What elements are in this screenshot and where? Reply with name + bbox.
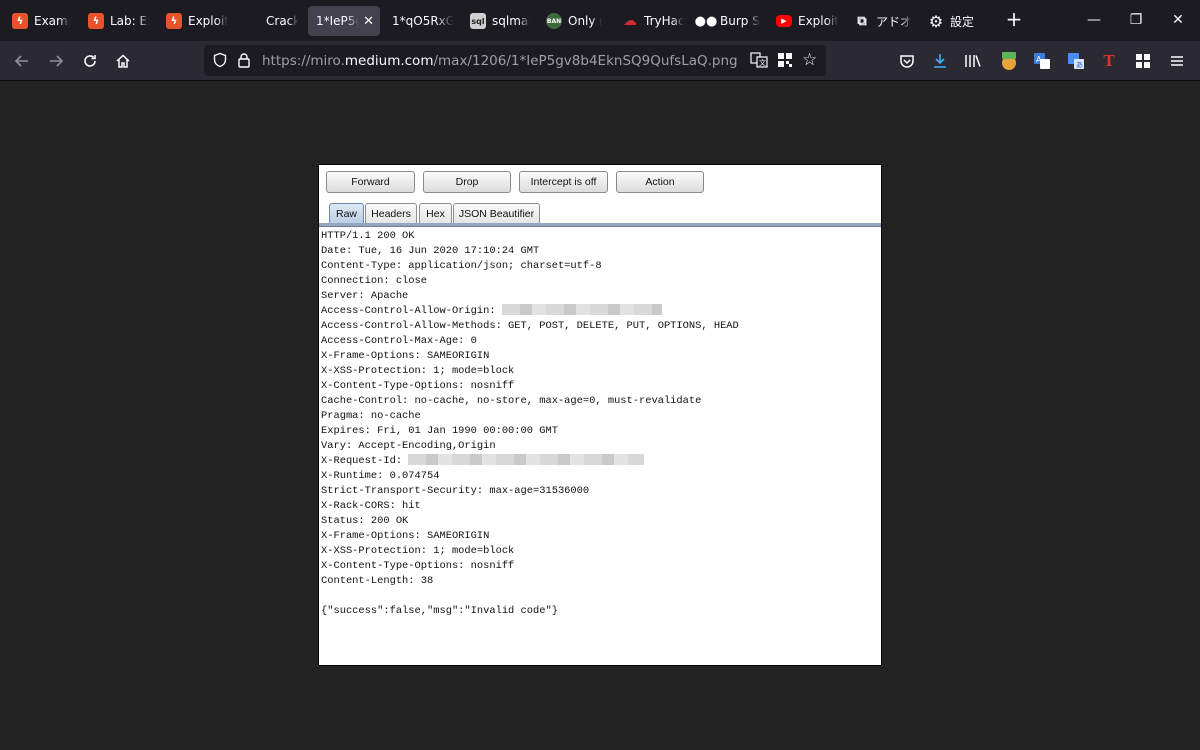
svg-text:あ: あ	[1076, 61, 1083, 69]
puzzle-icon: ⧉	[857, 13, 867, 29]
browser-tab[interactable]: ▶ Exploiti	[768, 6, 844, 36]
reload-icon[interactable]	[79, 50, 101, 72]
close-window-icon[interactable]: ✕	[1168, 10, 1188, 30]
response-line: X-Rack-CORS: hit	[321, 500, 421, 512]
response-line: Cache-Control: no-cache, no-store, max-a…	[321, 395, 702, 407]
response-line: Pragma: no-cache	[321, 410, 421, 422]
blank-favicon-icon	[244, 13, 260, 29]
browser-tab[interactable]: Crackin	[236, 6, 304, 36]
navigation-toolbar: https://miro.medium.com/max/1206/1*IeP5g…	[0, 41, 1200, 81]
address-bar[interactable]: https://miro.medium.com/max/1206/1*IeP5g…	[204, 45, 826, 76]
medium-logo-icon: ●●	[694, 13, 718, 29]
browser-tab[interactable]: sql sqlmap	[462, 6, 536, 36]
close-tab-icon[interactable]: ✕	[363, 14, 374, 29]
response-line: Connection: close	[321, 275, 428, 287]
browser-tab[interactable]: ☁ TryHack	[614, 6, 690, 36]
t-extension-icon[interactable]: T	[1098, 50, 1120, 72]
intercept-toggle-button[interactable]: Intercept is off	[519, 171, 608, 193]
browser-tab[interactable]: ϟ Lab: Ex	[80, 6, 156, 36]
redacted-value	[501, 304, 662, 315]
tryhackme-cloud-icon: ☁	[623, 13, 637, 29]
youtube-icon: ▶	[776, 15, 792, 27]
response-line: Content-Type: application/json; charset=…	[321, 260, 602, 272]
action-button[interactable]: Action	[616, 171, 704, 193]
response-line: Expires: Fri, 01 Jan 1990 00:00:00 GMT	[321, 425, 558, 437]
response-line: Vary: Accept-Encoding,Origin	[321, 440, 496, 452]
qr-code-icon[interactable]	[777, 52, 793, 72]
response-line: Date: Tue, 16 Jun 2020 17:10:24 GMT	[321, 245, 540, 257]
library-icon[interactable]	[962, 50, 984, 72]
raw-response-text[interactable]: HTTP/1.1 200 OK Date: Tue, 16 Jun 2020 17…	[321, 229, 739, 619]
pocket-icon[interactable]	[896, 50, 918, 72]
response-line: Server: Apache	[321, 290, 409, 302]
tab-headers[interactable]: Headers	[365, 203, 417, 224]
response-line: X-XSS-Protection: 1; mode=block	[321, 365, 515, 377]
url-text: https://miro.medium.com/max/1206/1*IeP5g…	[262, 53, 738, 69]
burp-screenshot-image: Forward Drop Intercept is off Action Raw…	[318, 164, 882, 666]
google-translate-icon[interactable]: あ	[1065, 50, 1087, 72]
redacted-value	[408, 454, 645, 465]
image-viewer: Forward Drop Intercept is off Action Raw…	[0, 81, 1200, 750]
tab-raw[interactable]: Raw	[329, 203, 364, 224]
home-icon[interactable]	[112, 50, 134, 72]
sqlmap-icon: sql	[470, 13, 486, 29]
response-line: Content-Length: 38	[321, 575, 434, 587]
gear-icon: ⚙	[928, 11, 944, 31]
browser-tab[interactable]: 1*qO5RxGr	[384, 6, 460, 36]
response-line: X-Request-Id:	[321, 454, 739, 469]
response-line	[321, 589, 739, 604]
response-line: X-Content-Type-Options: nosniff	[321, 380, 515, 392]
minimize-window-icon[interactable]: —	[1084, 10, 1104, 30]
browser-tab-active[interactable]: 1*IeP5gv ✕	[308, 6, 380, 36]
tab-json-beautifier[interactable]: JSON Beautifier	[453, 203, 540, 224]
burp-lightning-icon: ϟ	[12, 13, 28, 29]
translate-extension-icon[interactable]: A	[1031, 50, 1053, 72]
response-line: Access-Control-Max-Age: 0	[321, 335, 477, 347]
tab-hex[interactable]: Hex	[419, 203, 452, 224]
response-line: X-XSS-Protection: 1; mode=block	[321, 545, 515, 557]
response-line: X-Frame-Options: SAMEORIGIN	[321, 350, 490, 362]
new-tab-icon[interactable]: +	[1004, 9, 1024, 29]
browser-tab[interactable]: ϟ Exampl	[4, 6, 76, 36]
browser-tab[interactable]: ⧉ アドオン	[846, 6, 918, 36]
back-arrow-icon[interactable]	[11, 50, 33, 72]
burp-lightning-icon: ϟ	[88, 13, 104, 29]
browser-tab[interactable]: ϟ Exploiti	[158, 6, 234, 36]
tab-underline	[319, 223, 881, 227]
browser-tab[interactable]: ⚙ 設定	[920, 6, 992, 36]
forward-button[interactable]: Forward	[326, 171, 415, 193]
restore-window-icon[interactable]: ❐	[1126, 10, 1146, 30]
response-line: {"success":false,"msg":"Invalid code"}	[321, 605, 558, 617]
drop-button[interactable]: Drop	[423, 171, 511, 193]
ban-icon: BAN	[546, 13, 562, 29]
forward-arrow-icon[interactable]	[45, 50, 67, 72]
response-line: Access-Control-Allow-Methods: GET, POST,…	[321, 320, 739, 332]
response-line: HTTP/1.1 200 OK	[321, 230, 415, 242]
response-line: X-Runtime: 0.074754	[321, 470, 440, 482]
response-line: X-Frame-Options: SAMEORIGIN	[321, 530, 490, 542]
response-line: X-Content-Type-Options: nosniff	[321, 560, 515, 572]
hamburger-menu-icon[interactable]	[1166, 50, 1188, 72]
svg-text:A: A	[1036, 55, 1042, 64]
browser-tab[interactable]: ●● Burp Su	[690, 6, 766, 36]
browser-tab[interactable]: BAN Only re	[538, 6, 608, 36]
svg-text:文: 文	[759, 58, 766, 67]
response-line: Strict-Transport-Security: max-age=31536…	[321, 485, 590, 497]
bookmark-star-icon[interactable]: ☆	[802, 51, 817, 69]
response-line: Access-Control-Allow-Origin:	[321, 304, 739, 319]
tab-strip: ϟ Exampl ϟ Lab: Ex ϟ Exploiti Crackin 1*…	[0, 0, 1200, 41]
burp-lightning-icon: ϟ	[166, 13, 182, 29]
translate-page-icon[interactable]: 文	[750, 52, 768, 72]
downloads-icon[interactable]	[929, 50, 951, 72]
extensions-grid-icon[interactable]	[1132, 50, 1154, 72]
localhost-extension-icon[interactable]	[998, 50, 1020, 72]
padlock-icon[interactable]	[237, 52, 251, 72]
tracking-shield-icon[interactable]	[212, 52, 228, 72]
response-line: Status: 200 OK	[321, 515, 409, 527]
